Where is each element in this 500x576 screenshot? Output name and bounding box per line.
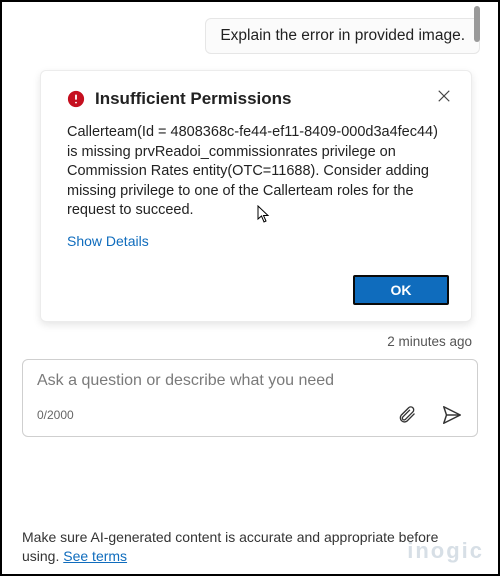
dialog-title: Insufficient Permissions	[95, 89, 449, 109]
chat-input-footer: 0/2000	[37, 404, 463, 426]
error-dialog: Insufficient Permissions Callerteam(Id =…	[40, 70, 472, 322]
user-message-bubble: Explain the error in provided image.	[205, 18, 480, 54]
see-terms-link[interactable]: See terms	[63, 548, 127, 564]
error-icon	[67, 90, 85, 108]
char-counter: 0/2000	[37, 408, 74, 422]
show-details-link[interactable]: Show Details	[67, 233, 149, 249]
input-actions	[397, 404, 463, 426]
dialog-body-text: Callerteam(Id = 4808368c-fe44-ef11-8409-…	[67, 124, 438, 218]
message-timestamp: 2 minutes ago	[20, 334, 472, 349]
dialog-footer: OK	[67, 275, 449, 305]
close-button[interactable]	[433, 85, 455, 107]
ok-button[interactable]: OK	[353, 275, 449, 305]
dialog-body: Callerteam(Id = 4808368c-fe44-ef11-8409-…	[67, 123, 449, 221]
scrollbar-thumb[interactable]	[474, 6, 480, 42]
chat-input-placeholder: Ask a question or describe what you need	[37, 372, 463, 390]
mouse-cursor-icon	[257, 205, 271, 223]
timestamp-text: 2 minutes ago	[387, 334, 472, 349]
dialog-header: Insufficient Permissions	[67, 89, 449, 109]
ai-disclaimer: Make sure AI-generated content is accura…	[2, 528, 498, 574]
attachment-icon[interactable]	[397, 404, 419, 426]
user-message-text: Explain the error in provided image.	[220, 27, 465, 44]
user-message-row: Explain the error in provided image.	[20, 18, 480, 54]
send-icon[interactable]	[441, 404, 463, 426]
chat-input-box[interactable]: Ask a question or describe what you need…	[22, 359, 478, 437]
